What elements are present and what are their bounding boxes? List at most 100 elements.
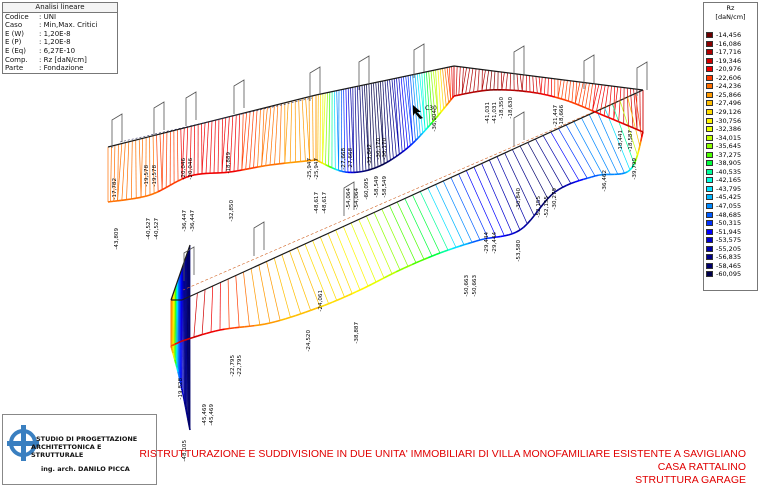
reaction-curve-segment: [233, 169, 239, 173]
reaction-value-label: -18,587: [628, 130, 634, 152]
reaction-curve-segment: [595, 111, 601, 115]
reaction-value-label: -17,782: [112, 178, 118, 200]
reaction-curve-segment: [467, 241, 473, 245]
reaction-value-label: -54,064: [354, 188, 360, 210]
legend-label: -34,015: [716, 133, 742, 142]
reaction-value-label: -18,889: [226, 152, 232, 174]
reaction-fill-line: [565, 124, 596, 177]
reaction-curve-segment: [187, 422, 191, 428]
reaction-fill-line: [437, 69, 442, 113]
reaction-fill-line: [176, 129, 179, 181]
reaction-curve-segment: [355, 289, 361, 293]
reaction-fill-line: [343, 226, 369, 287]
legend-item: -45,425: [706, 193, 741, 201]
reaction-curve-segment: [473, 90, 478, 93]
info-row: E (W): 1,20E-8: [3, 30, 117, 39]
reaction-curve-segment: [624, 171, 628, 174]
reaction-value-label: -24,520: [306, 330, 312, 352]
reaction-fill-line: [509, 73, 512, 91]
legend-title: Rz: [726, 4, 735, 12]
reaction-curve-segment: [178, 341, 181, 344]
reaction-value-label: -53,580: [516, 240, 522, 262]
reaction-curve-segment: [594, 174, 599, 177]
info-row: Caso: Min,Max. Critici: [3, 21, 117, 30]
reaction-curve-segment: [300, 311, 306, 315]
info-key: Comp.: [5, 55, 28, 64]
reaction-curve-segment: [310, 307, 316, 312]
reaction-curve-segment: [245, 167, 250, 171]
reaction-curve-segment: [399, 267, 405, 271]
reaction-fill-line: [505, 72, 508, 90]
reaction-value-label: -18,350: [499, 97, 505, 119]
reaction-value-label: -20,046: [188, 158, 194, 180]
legend-swatch: [706, 228, 713, 235]
reaction-curve-segment: [234, 326, 240, 329]
legend-swatch: [706, 194, 713, 201]
reaction-value-label: -41,031: [485, 102, 491, 124]
reaction-curve-segment: [176, 367, 179, 372]
reaction-fill-line: [493, 71, 496, 90]
reaction-fill-line: [165, 132, 168, 188]
reaction-curve-segment: [599, 113, 605, 117]
legend-label: -32,386: [716, 125, 742, 134]
reaction-curve-segment: [590, 175, 596, 178]
reaction-fill-line: [121, 142, 126, 201]
reaction-curve-segment: [351, 291, 357, 295]
legend-swatch: [706, 91, 713, 98]
logo-line-2: ARCHITETTONICA E STRUTTURALE: [31, 443, 102, 459]
reaction-fill-line: [161, 133, 164, 190]
reaction-fill-line: [532, 75, 535, 93]
reaction-curve-segment: [587, 176, 592, 179]
legend-item: -38,905: [706, 159, 741, 167]
reaction-curve-segment: [173, 343, 176, 346]
reaction-fill-line: [301, 98, 306, 162]
reaction-fill-line: [535, 76, 538, 94]
reaction-fill-line: [273, 257, 291, 318]
reaction-fill-line: [588, 83, 593, 110]
reaction-curve-segment: [336, 298, 341, 302]
reaction-curve-segment: [445, 102, 450, 107]
reaction-curve-segment: [626, 169, 631, 173]
reaction-fill-line: [592, 84, 600, 111]
reaction-fill-line: [451, 66, 453, 98]
reaction-curve-segment: [224, 327, 230, 330]
reaction-curve-segment: [409, 142, 414, 147]
reaction-fill-line: [312, 95, 314, 161]
reaction-value-label: -48,617: [314, 192, 320, 214]
reaction-curve-segment: [186, 418, 190, 424]
legend-item: -34,015: [706, 134, 741, 142]
reaction-curve-segment: [461, 92, 466, 96]
reaction-curve-segment: [365, 169, 370, 172]
reaction-curve-segment: [581, 105, 586, 109]
reaction-curve-segment: [175, 363, 178, 368]
legend-swatch: [706, 151, 713, 158]
reaction-curve-segment: [639, 141, 642, 147]
reaction-curve-segment: [561, 98, 566, 101]
column-stub: [513, 111, 525, 146]
reaction-curve-segment: [529, 91, 534, 94]
info-key: E (P): [5, 38, 22, 47]
reaction-curve-segment: [305, 309, 311, 313]
legend-label: -45,425: [716, 193, 742, 202]
reaction-value-label: -19,578: [152, 165, 158, 187]
reaction-fill-line: [357, 86, 361, 172]
reaction-curve-segment: [201, 332, 207, 336]
legend-item: -43,795: [706, 185, 741, 193]
reaction-value-label: -50,663: [464, 275, 470, 297]
reaction-curve-segment: [371, 167, 376, 170]
reaction-fill-line: [588, 114, 619, 175]
reaction-fill-line: [354, 86, 358, 173]
reaction-curve-segment: [564, 99, 569, 102]
reaction-fill-line: [458, 173, 489, 239]
reaction-curve-segment: [328, 301, 334, 305]
legend-label: -24,236: [716, 82, 742, 91]
reaction-value-label: -29,444: [484, 232, 490, 254]
reaction-curve-segment: [172, 352, 175, 357]
legend-item: -37,275: [706, 151, 741, 159]
reaction-fill-line: [450, 177, 481, 241]
reaction-value-label: -25,947: [307, 158, 313, 180]
reaction-curve-segment: [443, 249, 449, 253]
reaction-curve-segment: [641, 131, 644, 135]
reaction-fill-line: [328, 92, 331, 167]
reaction-curve-segment: [184, 406, 188, 413]
